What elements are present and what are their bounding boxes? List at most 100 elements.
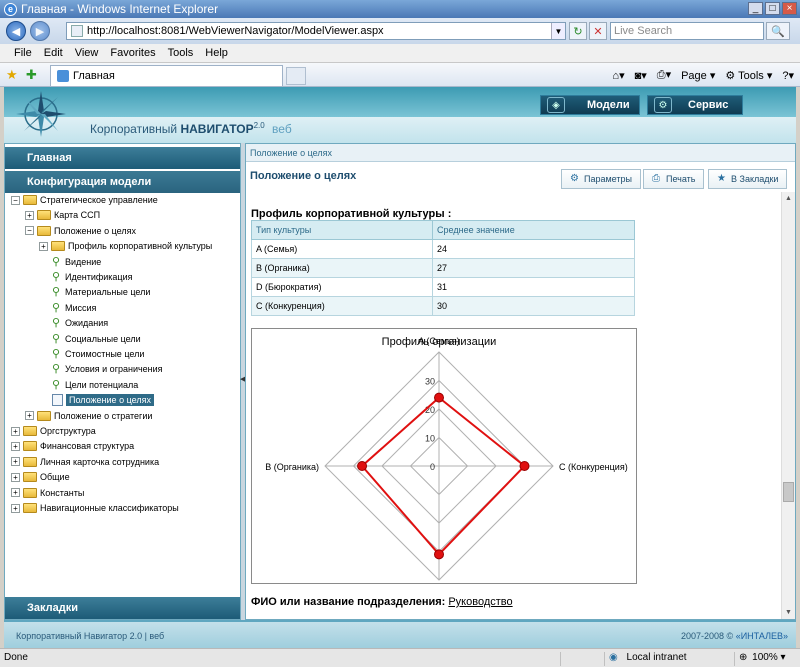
tree-node[interactable]: ⚲ Стоимостные цели bbox=[39, 346, 144, 362]
search-icon[interactable]: 🔍 bbox=[766, 22, 790, 40]
help-icon[interactable]: ?▾ bbox=[782, 69, 794, 82]
bookmark-button[interactable]: ★ В Закладки bbox=[708, 169, 788, 189]
print-icon[interactable]: ⎙▾ bbox=[657, 68, 671, 82]
tree-expander-icon[interactable]: + bbox=[11, 503, 20, 513]
table-header: Тип культуры bbox=[250, 220, 434, 240]
tree-expander-icon[interactable]: + bbox=[11, 472, 20, 482]
menu-view[interactable]: View bbox=[69, 47, 105, 59]
new-tab-button[interactable] bbox=[286, 67, 306, 85]
zoom-segment[interactable]: ⊕ 100% ▾ bbox=[734, 652, 800, 666]
home-accordion[interactable]: Главная bbox=[5, 147, 240, 169]
tree-node[interactable]: − Положение о целях bbox=[25, 223, 136, 239]
tree-node[interactable]: ⚲ Цели потенциала bbox=[39, 377, 138, 393]
feeds-icon[interactable]: ◙▾ bbox=[635, 69, 647, 82]
home-accordion-label: Главная bbox=[27, 152, 72, 164]
minimize-button[interactable]: _ bbox=[748, 2, 763, 15]
breadcrumb-item[interactable]: Положение о целях bbox=[250, 148, 332, 158]
tree-node[interactable]: ⚲ Материальные цели bbox=[39, 284, 150, 300]
tree-expander-icon[interactable]: + bbox=[11, 426, 20, 436]
tools-menu[interactable]: ⚙ Tools ▾ bbox=[725, 69, 772, 82]
config-accordion-label: Конфигурация модели bbox=[27, 176, 152, 188]
scroll-thumb[interactable] bbox=[783, 482, 794, 502]
tree-expander-icon[interactable]: + bbox=[25, 411, 34, 421]
tree-expander-icon[interactable]: + bbox=[11, 441, 20, 451]
tree-node[interactable]: − Стратегическое управление bbox=[11, 192, 158, 208]
tree-expander-icon[interactable]: − bbox=[11, 195, 20, 205]
menu-help[interactable]: Help bbox=[199, 47, 234, 59]
tree-node[interactable]: ⚲ Ожидания bbox=[39, 315, 108, 331]
footer-copyright: 2007-2008 © bbox=[681, 631, 736, 641]
tree-expander-icon[interactable]: + bbox=[39, 241, 48, 251]
footer-left-text: Корпоративный Навигатор 2.0 | веб bbox=[16, 631, 165, 641]
tree-expander-icon[interactable]: + bbox=[11, 488, 20, 498]
maximize-button[interactable]: □ bbox=[765, 2, 780, 15]
tree-node[interactable]: + Оргструктура bbox=[11, 423, 96, 439]
tree-node[interactable]: + Личная карточка сотрудника bbox=[11, 454, 159, 470]
tree-node[interactable]: + Навигационные классификаторы bbox=[11, 500, 179, 516]
page-menu-label: Page bbox=[681, 69, 707, 82]
back-button[interactable]: ◀ bbox=[6, 21, 26, 41]
bookmarks-accordion[interactable]: Закладки bbox=[5, 597, 240, 619]
culture-table: Тип культуры Среднее значение A (Семья) 2… bbox=[250, 220, 635, 316]
forward-button[interactable]: ▶ bbox=[30, 21, 50, 41]
menu-edit[interactable]: Edit bbox=[38, 47, 69, 59]
table-cell: B (Органика) bbox=[250, 258, 434, 278]
tree-node[interactable]: + Общие bbox=[11, 469, 70, 485]
breadcrumb: Положение о целях bbox=[246, 144, 795, 162]
service-button-label: Сервис bbox=[688, 99, 729, 111]
tree-expander-icon[interactable]: + bbox=[25, 210, 34, 220]
refresh-button[interactable]: ↻ bbox=[569, 22, 587, 40]
address-dropdown-icon[interactable]: ▼ bbox=[551, 23, 565, 39]
menu-file[interactable]: File bbox=[8, 47, 38, 59]
tree-node-label: Миссия bbox=[65, 302, 97, 313]
print-button[interactable]: ⎙ Печать bbox=[643, 169, 705, 189]
close-button[interactable]: × bbox=[782, 2, 797, 15]
browser-tab[interactable]: Главная bbox=[50, 65, 283, 86]
tree-node[interactable]: + Карта ССП bbox=[25, 207, 100, 223]
document-icon bbox=[52, 394, 63, 407]
main-scrollbar[interactable]: ▲ ▼ bbox=[781, 192, 795, 619]
folder-icon bbox=[23, 456, 37, 467]
folder-icon bbox=[37, 210, 51, 221]
fio-value-link[interactable]: Руководство bbox=[448, 596, 512, 608]
search-input[interactable]: Live Search bbox=[610, 22, 764, 40]
parameters-button[interactable]: ⚙ Параметры bbox=[561, 169, 641, 189]
tree-node[interactable]: Положение о целях bbox=[39, 392, 154, 408]
favorites-star-icon[interactable]: ★ bbox=[6, 67, 18, 83]
models-button[interactable]: ◈ Модели bbox=[540, 95, 640, 115]
gear-icon: ⚙ bbox=[570, 173, 579, 184]
fio-line: ФИО или название подразделения: Руководст… bbox=[251, 596, 513, 608]
command-bar: ★ ✚ Главная ⌂▾ ◙▾ ⎙▾ Page ▾ ⚙ Tools ▾ ?▾ bbox=[0, 63, 800, 87]
add-favorites-icon[interactable]: ✚ bbox=[26, 67, 37, 83]
address-field[interactable]: http://localhost:8081/WebViewerNavigator… bbox=[66, 22, 566, 40]
folder-icon bbox=[23, 503, 37, 513]
scroll-up-icon[interactable]: ▲ bbox=[782, 192, 795, 205]
tree-node[interactable]: ⚲ Миссия bbox=[39, 300, 96, 316]
scroll-down-icon[interactable]: ▼ bbox=[782, 606, 795, 619]
page-menu[interactable]: Page ▾ bbox=[681, 69, 715, 82]
tree-node[interactable]: ⚲ Видение bbox=[39, 254, 101, 270]
tree-node[interactable]: ⚲ Идентификация bbox=[39, 269, 132, 285]
footer-company-link[interactable]: «ИНТАЛЕВ» bbox=[736, 631, 788, 641]
tree-expander-icon[interactable]: + bbox=[11, 457, 20, 467]
window-title-bar: e Главная - Windows Internet Explorer _ … bbox=[0, 0, 800, 18]
folder-icon bbox=[37, 410, 51, 421]
tree-node[interactable]: ⚲ Социальные цели bbox=[39, 331, 141, 347]
tree-node[interactable]: + Положение о стратегии bbox=[25, 408, 152, 424]
tree-expander-icon[interactable]: − bbox=[25, 226, 34, 236]
tree-node[interactable]: + Финансовая структура bbox=[11, 438, 134, 454]
tree-node-label: Положение о стратегии bbox=[54, 410, 153, 421]
home-icon[interactable]: ⌂▾ bbox=[612, 69, 624, 82]
service-button[interactable]: ⚙ Сервис bbox=[647, 95, 743, 115]
config-accordion[interactable]: Конфигурация модели bbox=[5, 171, 240, 193]
stop-button[interactable]: ✕ bbox=[589, 22, 607, 40]
folder-icon bbox=[23, 426, 37, 436]
menu-tools[interactable]: Tools bbox=[162, 47, 200, 59]
tick-label: 30 bbox=[425, 377, 435, 387]
tree-node[interactable]: ⚲ Условия и ограничения bbox=[39, 361, 163, 377]
tree-node-label: Материальные цели bbox=[65, 287, 151, 298]
menu-favorites[interactable]: Favorites bbox=[104, 47, 161, 59]
tree-node[interactable]: + Константы bbox=[11, 485, 84, 501]
tree-leaf-icon: ⚲ bbox=[52, 317, 61, 330]
tree-node[interactable]: + Профиль корпоративной культуры bbox=[39, 238, 212, 254]
